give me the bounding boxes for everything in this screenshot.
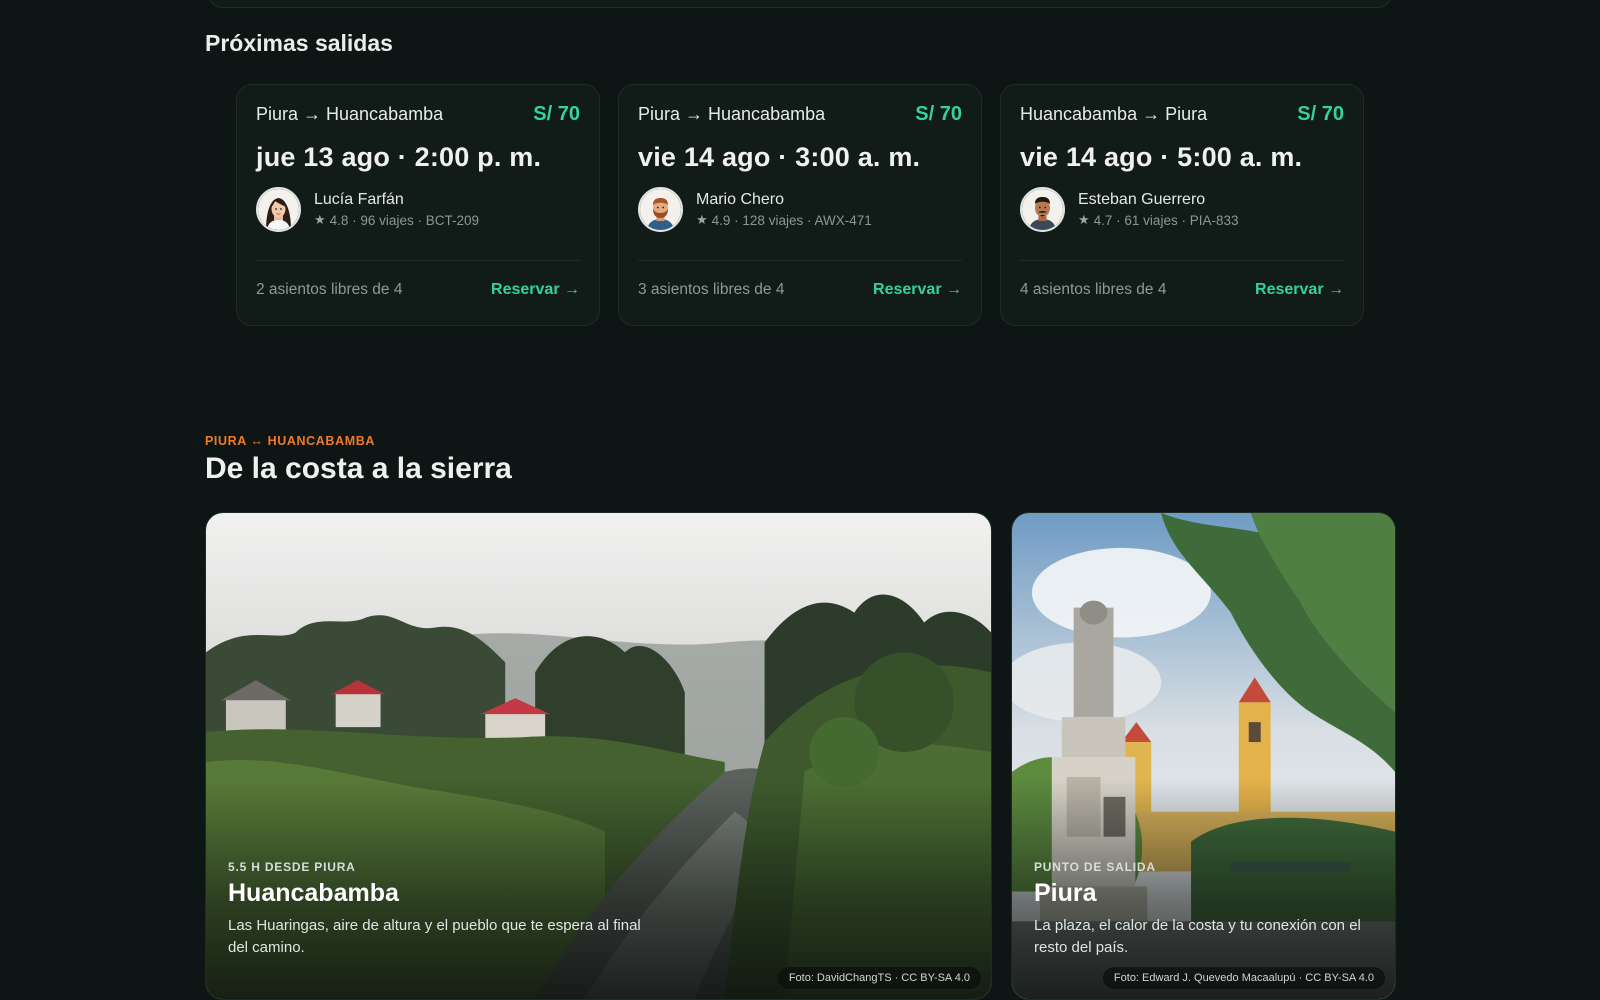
star-icon: ★ — [314, 212, 326, 227]
destination-description: La plaza, el calor de la costa y tu cone… — [1034, 917, 1361, 956]
trip-datetime: vie 14 ago · 3:00 a. m. — [638, 142, 921, 172]
upcoming-departures-title: Próximas salidas — [205, 30, 393, 56]
destination-name: Piura — [1034, 879, 1097, 907]
destination-kicker: 5.5 H DESDE PIURA — [228, 860, 356, 874]
trip-route: Piura → Huancabamba — [256, 104, 444, 124]
driver-name: Mario Chero — [696, 191, 785, 208]
star-icon: ★ — [696, 212, 708, 227]
driver-info: Esteban Guerrero ★ 4.7 · 61 viajes · PIA… — [1020, 187, 1344, 232]
trip-datetime: vie 14 ago · 5:00 a. m. — [1020, 142, 1303, 172]
trip-card[interactable]: Huancabamba → Piura S/ 70 vie 14 ago · 5… — [1000, 84, 1364, 326]
seats-available: 4 asientos libres de 4 — [1020, 281, 1167, 298]
star-icon: ★ — [1078, 212, 1090, 227]
destination-card-huancabamba[interactable]: 5.5 H DESDE PIURA Huancabamba Las Huarin… — [205, 512, 992, 1000]
destination-name: Huancabamba — [228, 879, 399, 907]
route-section-title: De la costa a la sierra — [205, 452, 512, 485]
photo-credit: Foto: DavidChangTS · CC BY-SA 4.0 — [777, 967, 981, 989]
trip-datetime: jue 13 ago · 2:00 p. m. — [256, 142, 542, 172]
bearded-man-avatar-icon — [638, 187, 683, 232]
reserve-button[interactable]: Reservar → — [491, 281, 580, 299]
trip-route: Huancabamba → Piura — [1020, 104, 1208, 124]
driver-info: Mario Chero ★ 4.9 · 128 viajes · AWX-471 — [638, 187, 962, 232]
trip-price: S/ 70 — [533, 103, 580, 125]
destination-kicker: PUNTO DE SALIDA — [1034, 860, 1156, 874]
route-eyebrow: PIURA ↔ HUANCABAMBA — [205, 434, 375, 448]
trip-price: S/ 70 — [915, 103, 962, 125]
trip-list: Piura → Huancabamba S/ 70 jue 13 ago · 2… — [236, 84, 1364, 326]
driver-meta: 4.8 · 96 viajes · BCT-209 — [329, 212, 479, 228]
woman-avatar-icon — [256, 187, 301, 232]
reserve-button[interactable]: Reservar → — [1255, 281, 1344, 299]
destination-card-piura[interactable]: PUNTO DE SALIDA Piura La plaza, el calor… — [1011, 512, 1396, 1000]
driver-name: Lucía Farfán — [314, 191, 404, 208]
trip-route: Piura → Huancabamba — [638, 104, 826, 124]
driver-meta: 4.9 · 128 viajes · AWX-471 — [711, 212, 872, 228]
divider — [638, 260, 962, 261]
trip-price: S/ 70 — [1297, 103, 1344, 125]
driver-meta: 4.7 · 61 viajes · PIA-833 — [1093, 212, 1239, 228]
seats-available: 3 asientos libres de 4 — [638, 281, 785, 298]
driver-name: Esteban Guerrero — [1078, 191, 1206, 208]
photo-credit: Foto: Edward J. Quevedo Macaalupú · CC B… — [1102, 967, 1385, 989]
trip-card[interactable]: Piura → Huancabamba S/ 70 jue 13 ago · 2… — [236, 84, 600, 326]
driver-info: Lucía Farfán ★ 4.8 · 96 viajes · BCT-209 — [256, 187, 580, 232]
previous-section-panel — [208, 0, 1392, 8]
divider — [256, 260, 580, 261]
trip-card[interactable]: Piura → Huancabamba S/ 70 vie 14 ago · 3… — [618, 84, 982, 326]
divider — [1020, 260, 1344, 261]
mustache-man-avatar-icon — [1020, 187, 1065, 232]
destination-description: Las Huaringas, aire de altura y el puebl… — [228, 917, 641, 956]
reserve-button[interactable]: Reservar → — [873, 281, 962, 299]
seats-available: 2 asientos libres de 4 — [256, 281, 403, 298]
